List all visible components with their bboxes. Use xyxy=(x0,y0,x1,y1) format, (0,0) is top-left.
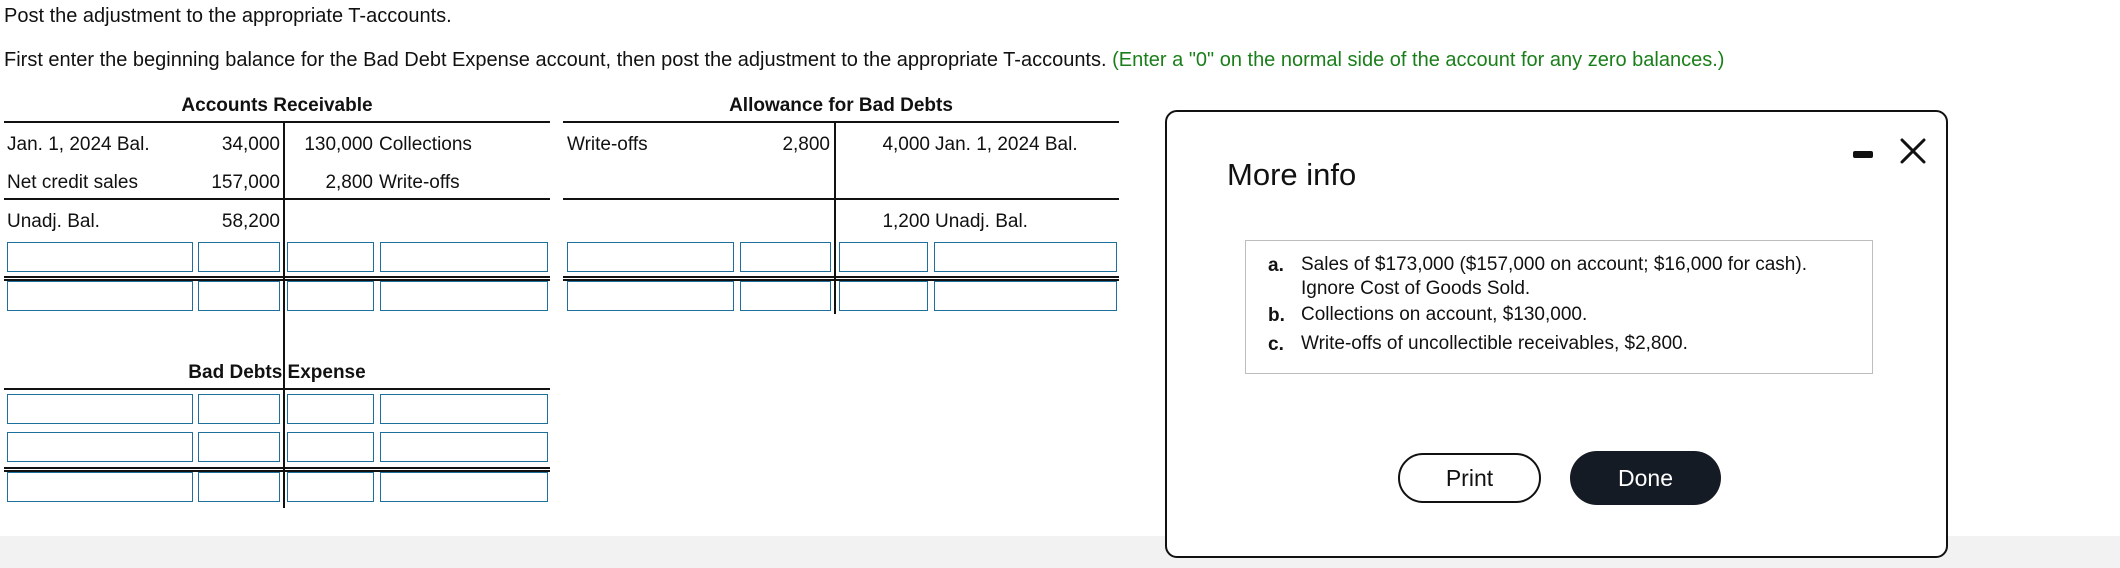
allowance-total-rule xyxy=(563,198,1119,200)
ar-balance-amount: 58,200 xyxy=(221,211,280,232)
bde-adj-credit-label-input[interactable] xyxy=(380,432,548,462)
allowance-center-rule xyxy=(834,121,836,314)
bde-beginning-credit-amount-input[interactable] xyxy=(287,394,374,424)
bde-ending-debit-label-input[interactable] xyxy=(7,472,193,502)
info-item-text: Collections on account, $130,000. xyxy=(1301,304,1588,325)
ar-row1-left-label: Jan. 1, 2024 Bal. xyxy=(7,134,150,155)
instruction-heading: Post the adjustment to the appropriate T… xyxy=(4,5,452,27)
ar-ending-credit-label-input[interactable] xyxy=(380,281,548,311)
bde-beginning-debit-amount-input[interactable] xyxy=(198,394,280,424)
info-item-label: c. xyxy=(1268,334,1284,355)
allowance-row1-right-label: Jan. 1, 2024 Bal. xyxy=(935,134,1078,155)
allowance-adj-debit-amount-input[interactable] xyxy=(740,242,831,272)
ar-row2-right-amount: 2,800 xyxy=(325,172,373,193)
info-item: a. Sales of $173,000 ($157,000 on accoun… xyxy=(1268,251,1850,301)
info-list: a. Sales of $173,000 ($157,000 on accoun… xyxy=(1245,240,1873,374)
bde-adj-debit-label-input[interactable] xyxy=(7,432,193,462)
done-button[interactable]: Done xyxy=(1570,451,1721,505)
ar-row1-right-amount: 130,000 xyxy=(304,134,373,155)
bde-center-rule xyxy=(283,388,285,508)
ar-balance-label: Unadj. Bal. xyxy=(7,211,100,232)
allowance-adj-credit-label-input[interactable] xyxy=(934,242,1117,272)
ar-adj-credit-amount-input[interactable] xyxy=(287,242,374,272)
ar-double-rule-top xyxy=(4,276,550,278)
bde-ending-credit-amount-input[interactable] xyxy=(287,472,374,502)
ar-adj-debit-amount-input[interactable] xyxy=(198,242,280,272)
allowance-row1-left-label: Write-offs xyxy=(567,134,648,155)
more-info-dialog: More info a. Sales of $173,000 ($157,000… xyxy=(1165,110,1948,558)
allowance-title: Allowance for Bad Debts xyxy=(729,95,953,116)
ar-ending-debit-amount-input[interactable] xyxy=(198,281,280,311)
ar-row1-right-label: Collections xyxy=(379,134,472,155)
ar-ending-debit-label-input[interactable] xyxy=(7,281,193,311)
info-item-label: a. xyxy=(1268,255,1284,276)
ar-adj-debit-label-input[interactable] xyxy=(7,242,193,272)
ar-row2-right-label: Write-offs xyxy=(379,172,460,193)
allowance-balance-amount: 1,200 xyxy=(882,211,930,232)
bde-ending-debit-amount-input[interactable] xyxy=(198,472,280,502)
bde-beginning-debit-label-input[interactable] xyxy=(7,394,193,424)
ar-adj-credit-label-input[interactable] xyxy=(380,242,548,272)
ar-top-rule xyxy=(4,121,550,123)
close-icon[interactable] xyxy=(1896,134,1930,168)
bde-adj-debit-amount-input[interactable] xyxy=(198,432,280,462)
ar-total-rule xyxy=(4,198,550,200)
bad-debts-expense-title: Bad Debts Expense xyxy=(188,362,366,383)
ar-row1-left-amount: 34,000 xyxy=(221,134,280,155)
bde-double-rule-top xyxy=(4,467,550,469)
allowance-adj-credit-amount-input[interactable] xyxy=(839,242,928,272)
bde-ending-credit-label-input[interactable] xyxy=(380,472,548,502)
allowance-top-rule xyxy=(563,121,1119,123)
allowance-adj-debit-label-input[interactable] xyxy=(567,242,734,272)
ar-row2-left-label: Net credit sales xyxy=(7,172,138,193)
minimize-icon[interactable] xyxy=(1853,151,1873,158)
info-item-label: b. xyxy=(1268,305,1285,326)
instruction-main: First enter the beginning balance for th… xyxy=(4,49,1107,71)
allowance-ending-credit-amount-input[interactable] xyxy=(839,281,928,311)
bde-adj-credit-amount-input[interactable] xyxy=(287,432,374,462)
info-item-text: Sales of $173,000 ($157,000 on account; … xyxy=(1301,254,1807,299)
ar-row2-left-amount: 157,000 xyxy=(211,172,280,193)
allowance-double-rule-top xyxy=(563,276,1119,278)
allowance-balance-label: Unadj. Bal. xyxy=(935,211,1028,232)
info-item: c. Write-offs of uncollectible receivabl… xyxy=(1268,330,1850,359)
dialog-title: More info xyxy=(1227,157,1357,192)
instruction-hint: (Enter a "0" on the normal side of the a… xyxy=(1112,49,1725,71)
allowance-ending-credit-label-input[interactable] xyxy=(934,281,1117,311)
bde-top-rule xyxy=(4,388,550,390)
allowance-ending-debit-amount-input[interactable] xyxy=(740,281,831,311)
bde-beginning-credit-label-input[interactable] xyxy=(380,394,548,424)
allowance-row1-right-amount: 4,000 xyxy=(882,134,930,155)
info-item-text: Write-offs of uncollectible receivables,… xyxy=(1301,333,1688,354)
allowance-row1-left-amount: 2,800 xyxy=(782,134,830,155)
instruction-text: First enter the beginning balance for th… xyxy=(4,49,1724,72)
info-item: b. Collections on account, $130,000. xyxy=(1268,301,1850,330)
accounts-receivable-title: Accounts Receivable xyxy=(181,95,373,116)
print-button[interactable]: Print xyxy=(1398,453,1541,503)
allowance-ending-debit-label-input[interactable] xyxy=(567,281,734,311)
ar-ending-credit-amount-input[interactable] xyxy=(287,281,374,311)
